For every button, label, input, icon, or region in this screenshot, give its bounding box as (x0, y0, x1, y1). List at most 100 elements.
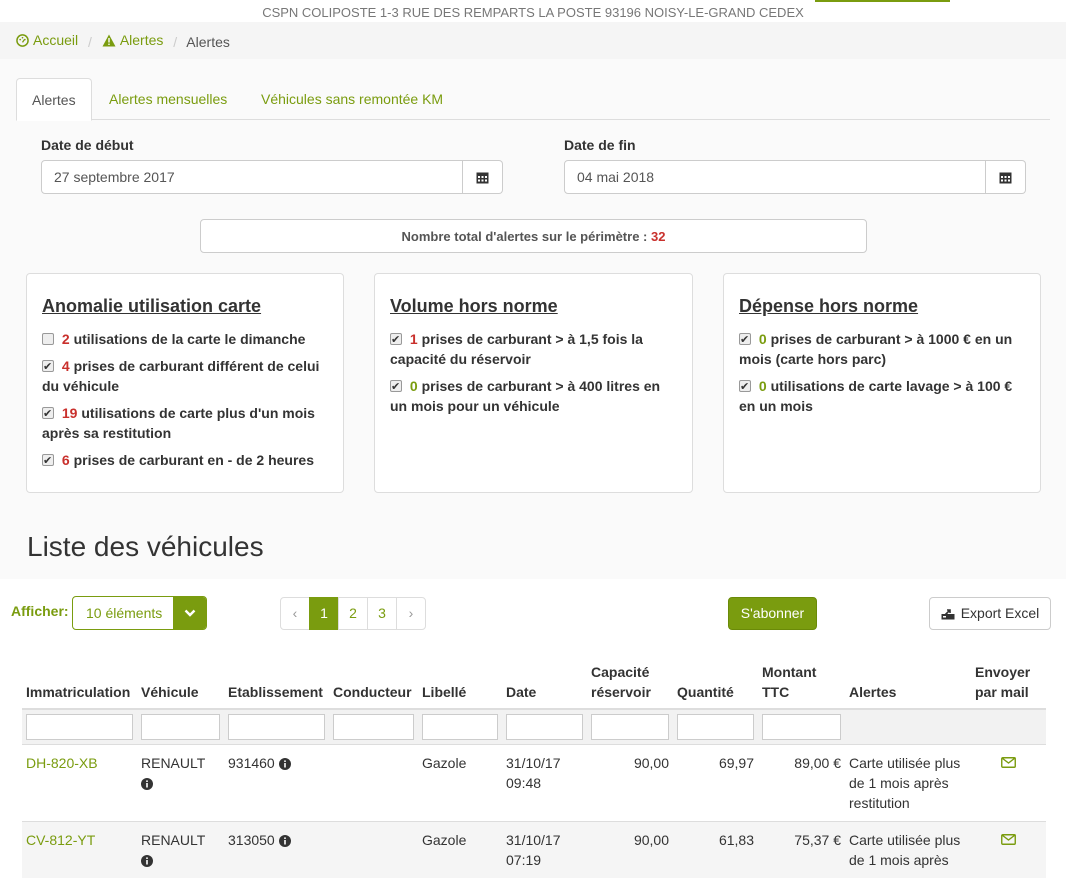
panel-anomalie-utilisation-carte: Anomalie utilisation carte 2 utilisation… (26, 273, 344, 493)
tab-alertes[interactable]: Alertes (16, 78, 92, 121)
column-header[interactable]: Date (502, 658, 587, 709)
alert-checkbox[interactable] (390, 380, 402, 392)
alert-count: 2 (62, 331, 70, 347)
column-header: Alertes (845, 658, 971, 709)
info-icon[interactable] (141, 778, 153, 790)
info-icon[interactable] (141, 855, 153, 867)
page-size-value: 10 éléments (73, 597, 173, 629)
end-date-picker-button[interactable] (986, 160, 1026, 194)
info-icon[interactable] (279, 835, 291, 847)
table-row: DH-820-XB RENAULT 931460 Gazole 31/10/17… (22, 745, 1046, 822)
envelope-icon[interactable] (1001, 757, 1016, 768)
alert-checkbox[interactable] (42, 454, 54, 466)
end-date-input[interactable] (564, 160, 986, 194)
transaction-date: 31/10/17 09:48 (502, 745, 587, 822)
breadcrumb-home[interactable]: Accueil (16, 22, 78, 59)
driver-cell (329, 745, 418, 822)
table-header-row: Immatriculation Véhicule Etablissement C… (22, 658, 1046, 709)
alert-count: 0 (759, 378, 767, 394)
filter-libelle[interactable] (422, 714, 498, 740)
start-date-group (41, 160, 503, 194)
export-excel-button[interactable]: Export Excel (929, 597, 1051, 630)
column-header[interactable]: Libellé (418, 658, 502, 709)
column-header[interactable]: Conducteur (329, 658, 418, 709)
page-size-label: Afficher: (11, 603, 69, 619)
fuel-label: Gazole (418, 745, 502, 822)
tank-capacity: 90,00 (587, 822, 673, 878)
filter-capacite[interactable] (591, 714, 669, 740)
filter-vehicule[interactable] (141, 714, 220, 740)
top-accent-bar (815, 0, 950, 2)
tab-alertes-mensuelles[interactable]: Alertes mensuelles (94, 78, 242, 120)
filter-quantite[interactable] (677, 714, 754, 740)
pagination-page-2[interactable]: 2 (338, 597, 368, 630)
alert-description: Carte utilisée plus de 1 mois après (845, 822, 971, 878)
chevron-down-icon (184, 609, 196, 617)
export-icon (941, 607, 955, 620)
column-header[interactable]: Véhicule (137, 658, 224, 709)
alert-text: utilisations de carte lavage > à 100 € e… (739, 378, 1012, 414)
alert-text: prises de carburant > à 1000 € en un moi… (739, 331, 1012, 367)
filter-date[interactable] (506, 714, 583, 740)
panel-title: Volume hors norme (390, 296, 677, 317)
end-date-group (564, 160, 1026, 194)
alert-text: utilisations de la carte le dimanche (74, 331, 306, 347)
quantity: 61,83 (673, 822, 758, 878)
vehicles-table: Immatriculation Véhicule Etablissement C… (22, 658, 1046, 878)
column-header[interactable]: Quantité (673, 658, 758, 709)
filter-conducteur[interactable] (333, 714, 414, 740)
pagination-next[interactable]: › (396, 597, 426, 630)
breadcrumb-alerts[interactable]: Alertes (102, 22, 164, 59)
filter-montant[interactable] (762, 714, 841, 740)
alert-count: 1 (410, 331, 418, 347)
alert-checkbox[interactable] (42, 333, 54, 345)
info-icon[interactable] (279, 758, 291, 770)
tab-vehicules-sans-km[interactable]: Véhicules sans remontée KM (246, 78, 458, 120)
vehicle-make: RENAULT (141, 755, 205, 771)
envelope-icon[interactable] (1001, 834, 1016, 845)
driver-cell (329, 822, 418, 878)
page-size-select[interactable]: 10 éléments (72, 596, 207, 630)
vehicle-plate-link[interactable]: CV-812-YT (26, 832, 95, 848)
page-size-dropdown-button[interactable] (173, 597, 206, 629)
filter-etablissement[interactable] (228, 714, 325, 740)
table-filter-row (22, 709, 1046, 745)
column-header[interactable]: Capacité réservoir (587, 658, 673, 709)
start-date-input[interactable] (41, 160, 463, 194)
alert-checkbox[interactable] (739, 380, 751, 392)
column-header[interactable]: Montant TTC (758, 658, 845, 709)
breadcrumb-separator: / (88, 34, 92, 50)
panel-title: Dépense hors norme (739, 296, 1025, 317)
filter-immatriculation[interactable] (26, 714, 133, 740)
pagination-page-1[interactable]: 1 (309, 597, 339, 630)
alert-text: prises de carburant en - de 2 heures (74, 452, 314, 468)
perimeter-address: CSPN COLIPOSTE 1-3 RUE DES REMPARTS LA P… (0, 0, 1066, 22)
amount-ttc: 89,00 € (758, 745, 845, 822)
calendar-icon (476, 171, 489, 184)
breadcrumb-home-label: Accueil (33, 22, 78, 59)
alert-checkbox[interactable] (739, 333, 751, 345)
start-date-label: Date de début (41, 137, 134, 153)
pagination-previous[interactable]: ‹ (280, 597, 310, 630)
alert-item: 19 utilisations de carte plus d'un mois … (42, 403, 328, 443)
column-header[interactable]: Immatriculation (22, 658, 137, 709)
subscribe-button[interactable]: S'abonner (728, 597, 817, 630)
panel-depense-hors-norme: Dépense hors norme 0 prises de carburant… (723, 273, 1041, 493)
alert-item: 1 prises de carburant > à 1,5 fois la ca… (390, 329, 677, 369)
alert-count: 19 (62, 405, 78, 421)
alert-item: 4 prises de carburant différent de celui… (42, 356, 328, 396)
amount-ttc: 75,37 € (758, 822, 845, 878)
calendar-icon (999, 171, 1012, 184)
vehicle-plate-link[interactable]: DH-820-XB (26, 755, 98, 771)
alert-text: prises de carburant > à 400 litres en un… (390, 378, 660, 414)
start-date-picker-button[interactable] (463, 160, 503, 194)
alert-checkbox[interactable] (42, 360, 54, 372)
alert-checkbox[interactable] (42, 407, 54, 419)
column-header[interactable]: Etablissement (224, 658, 329, 709)
pagination-page-3[interactable]: 3 (367, 597, 397, 630)
alert-checkbox[interactable] (390, 333, 402, 345)
alert-description: Carte utilisée plus de 1 mois après rest… (845, 745, 971, 822)
total-alerts-count: 32 (651, 229, 665, 244)
breadcrumb-alerts-label: Alertes (120, 22, 164, 59)
establishment-code: 931460 (228, 755, 275, 771)
